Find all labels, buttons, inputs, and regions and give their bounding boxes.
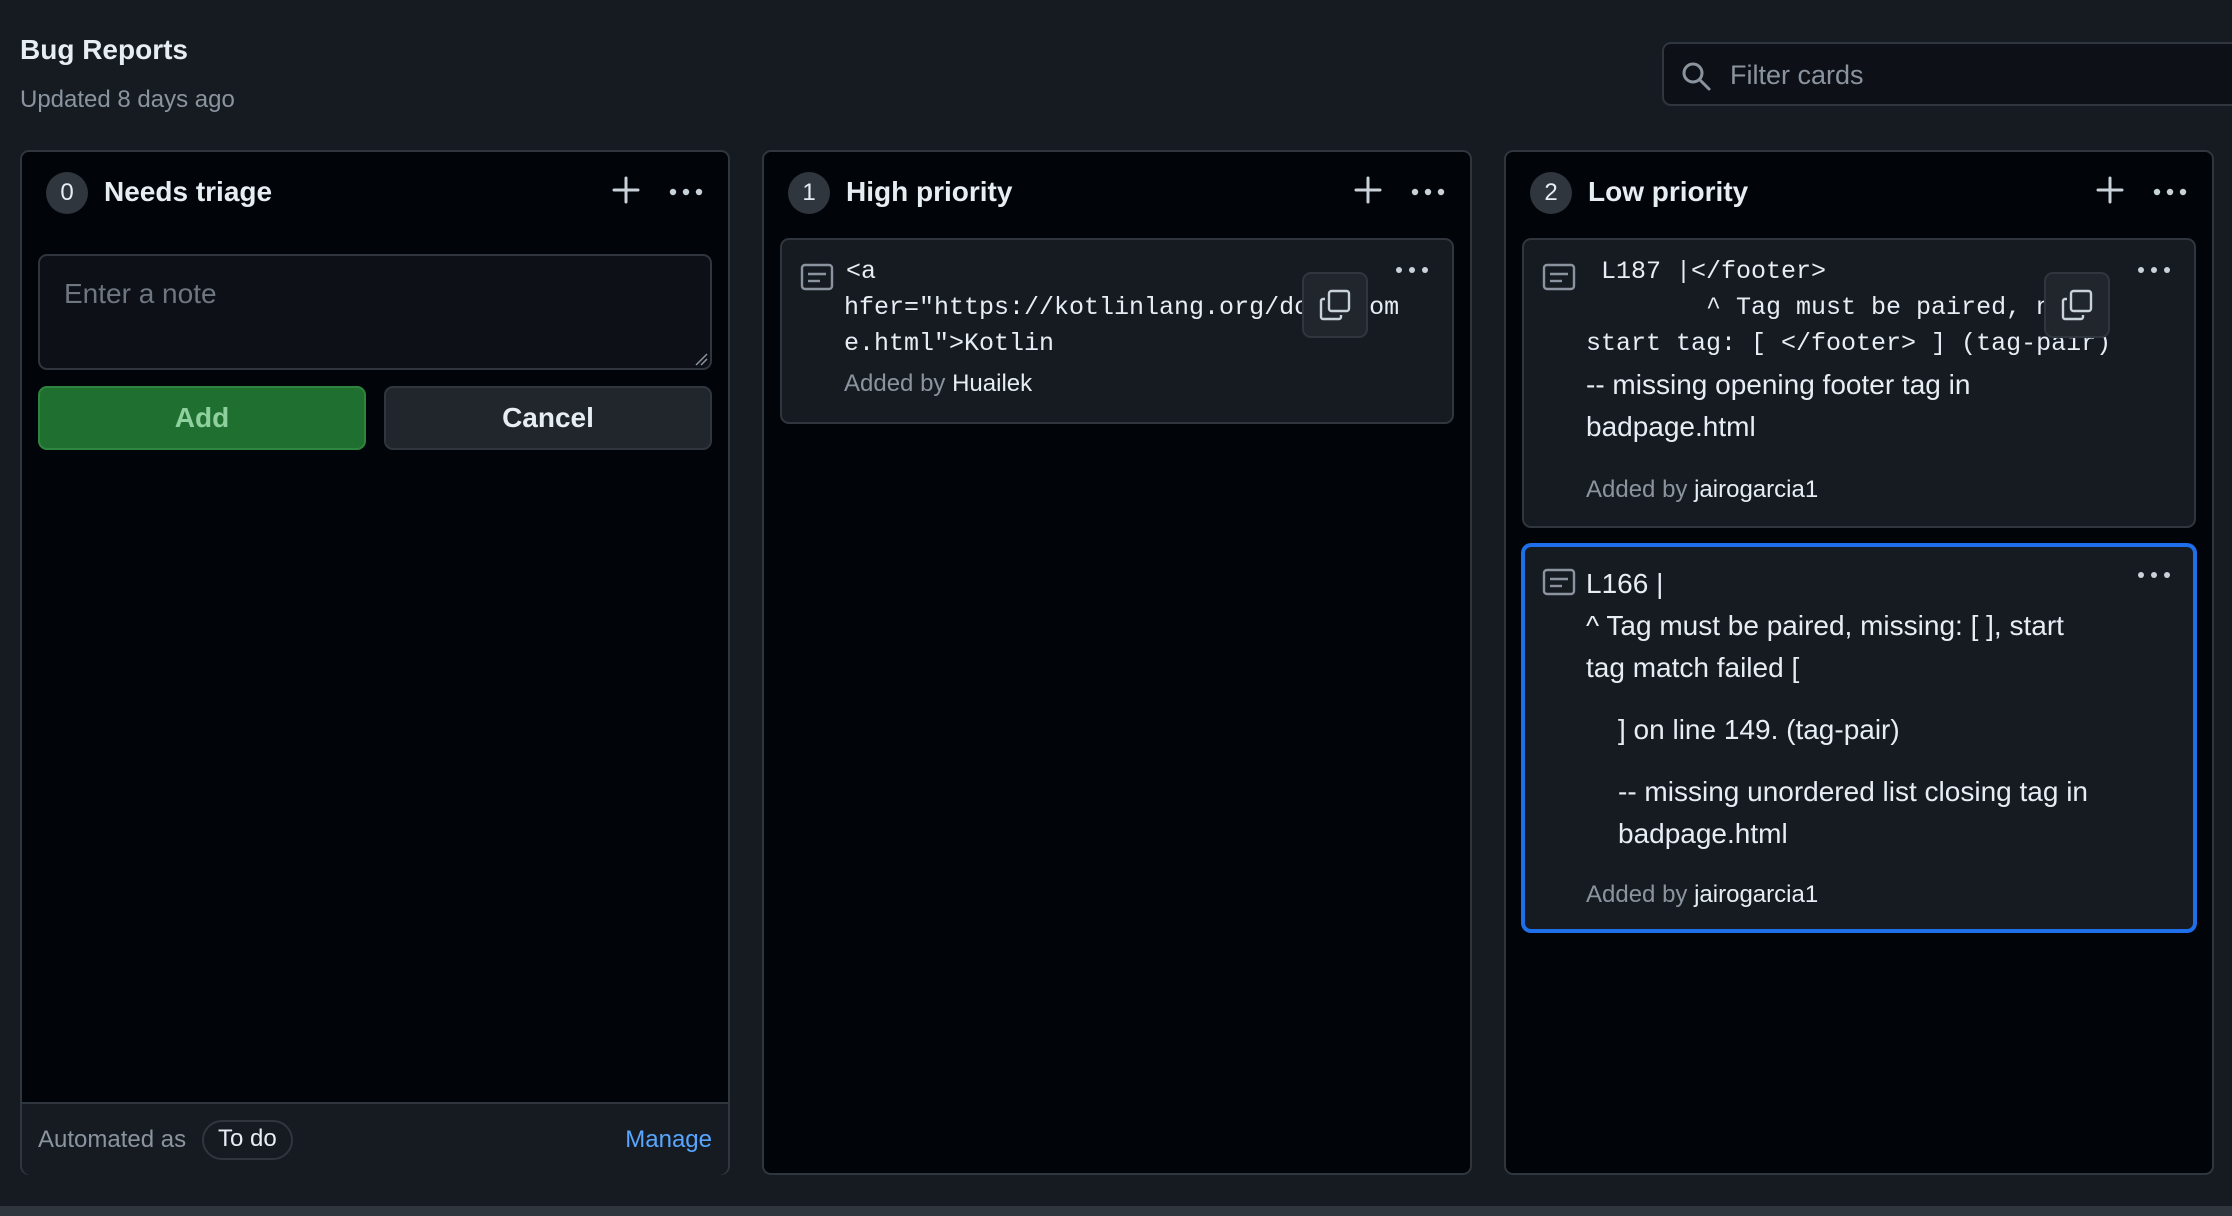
filter-cards-field[interactable]	[1662, 42, 2232, 106]
more-icon[interactable]	[2134, 557, 2174, 593]
note-icon	[1542, 263, 1576, 291]
copy-button[interactable]	[2044, 272, 2110, 338]
more-icon[interactable]	[2134, 252, 2174, 288]
add-note-button[interactable]: Add	[38, 386, 366, 450]
note-card-selected[interactable]: L166 | ^ Tag must be paired, missing: [ …	[1522, 544, 2196, 932]
column-card-count: 1	[788, 172, 830, 214]
column-needs-triage: 0 Needs triage Add Cancel Automated as T…	[20, 150, 730, 1175]
card-added-by: Added by Huailek	[844, 370, 1032, 398]
card-author[interactable]: Huailek	[952, 370, 1032, 397]
note-icon	[1542, 568, 1576, 596]
plus-icon[interactable]	[2092, 172, 2128, 208]
card-text-line: badpage.html	[1618, 818, 1788, 849]
filter-cards-input[interactable]	[1728, 52, 2232, 98]
card-added-by: Added by jairogarcia1	[1586, 881, 1818, 909]
card-author[interactable]: jairogarcia1	[1694, 476, 1818, 503]
card-text-line: -- missing unordered list closing tag in	[1618, 776, 2088, 807]
column-title: Needs triage	[104, 176, 273, 207]
cancel-note-button[interactable]: Cancel	[384, 386, 712, 450]
added-by-label: Added by	[1586, 476, 1688, 503]
copy-icon	[2061, 289, 2093, 321]
card-added-by: Added by jairogarcia1	[1586, 476, 1818, 504]
copy-icon	[1319, 289, 1351, 321]
column-high-priority: 1 High priority <a hfer="https://kotlinl…	[762, 150, 1472, 1175]
note-card[interactable]: <a hfer="https://kotlinlang.org/docs/hom…	[780, 238, 1454, 424]
project-title: Bug Reports	[20, 34, 188, 65]
plus-icon[interactable]	[608, 172, 644, 208]
note-icon	[800, 263, 834, 291]
note-input[interactable]	[38, 254, 712, 370]
added-by-label: Added by	[1586, 881, 1688, 908]
card-text-line: -- missing opening footer tag in	[1586, 369, 1971, 400]
card-text-line: L166 |	[1586, 568, 1664, 599]
copy-button[interactable]	[1302, 272, 1368, 338]
card-text-line: tag match failed [	[1586, 652, 1800, 683]
more-icon[interactable]	[1408, 172, 1448, 212]
column-card-count: 2	[1530, 172, 1572, 214]
column-card-count: 0	[46, 172, 88, 214]
plus-icon[interactable]	[1350, 172, 1386, 208]
more-icon[interactable]	[666, 172, 706, 212]
automated-label: Automated as	[38, 1126, 187, 1153]
search-icon	[1682, 62, 1711, 91]
resize-grip-icon[interactable]	[694, 352, 708, 366]
manage-link[interactable]: Manage	[625, 1126, 712, 1154]
horizontal-scrollbar[interactable]	[0, 1206, 2232, 1216]
column-low-priority: 2 Low priority L187 |</footer> ^ Tag mus…	[1504, 150, 2214, 1175]
project-updated-text: Updated 8 days ago	[20, 86, 235, 113]
card-text-line: ^ Tag must be paired, missing: [ ], star…	[1586, 610, 2064, 641]
column-title: Low priority	[1588, 176, 1749, 207]
more-icon[interactable]	[2150, 172, 2190, 212]
added-by-label: Added by	[844, 370, 946, 397]
note-card[interactable]: L187 |</footer> ^ Tag must be paired, no…	[1522, 238, 2196, 528]
card-text-line: badpage.html	[1586, 411, 1756, 442]
card-text-line: ] on line 149. (tag-pair)	[1618, 714, 1900, 745]
automation-badge: To do	[202, 1120, 293, 1160]
card-author[interactable]: jairogarcia1	[1694, 881, 1818, 908]
column-footer: Automated as To do Manage	[22, 1102, 728, 1175]
column-title: High priority	[846, 176, 1013, 207]
